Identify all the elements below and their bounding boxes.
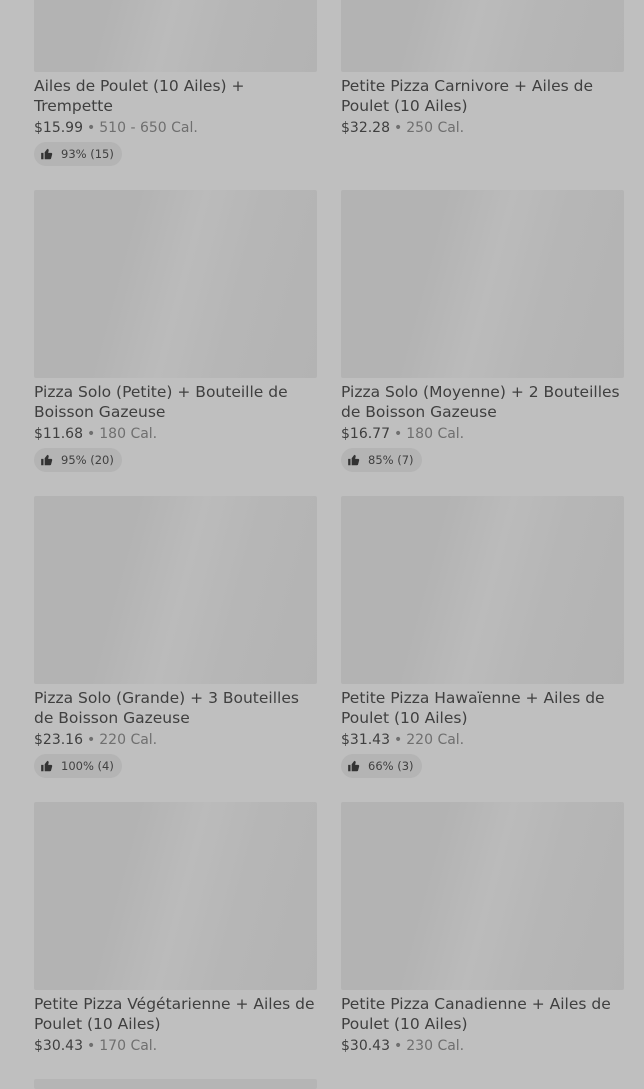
- thumbs-up-icon: [40, 453, 54, 467]
- menu-item-image: [341, 190, 624, 378]
- menu-item-name: Petite Pizza Canadienne + Ailes de Poule…: [341, 995, 611, 1033]
- thumbs-up-icon: [40, 759, 54, 773]
- menu-item-calories: 510 - 650 Cal.: [99, 120, 198, 136]
- menu-item-name: Petite Pizza Végétarienne + Ailes de Pou…: [34, 995, 315, 1033]
- rating-text: 95% (20): [61, 453, 114, 467]
- menu-item-name: Pizza Solo (Grande) + 3 Bouteilles de Bo…: [34, 689, 299, 727]
- menu-item-price: $23.16: [34, 732, 83, 748]
- menu-item-calories: 180 Cal.: [99, 426, 158, 442]
- menu-item-calories: 250 Cal.: [406, 120, 465, 136]
- menu-item-image: [341, 802, 624, 990]
- separator-dot: •: [394, 426, 403, 442]
- menu-item-meta: $15.99 • 510 - 650 Cal.: [34, 119, 198, 137]
- separator-dot: •: [87, 732, 96, 748]
- thumbs-up-icon: [347, 453, 361, 467]
- menu-item-name: Pizza Solo (Petite) + Bouteille de Boiss…: [34, 383, 288, 421]
- menu-item-calories: 220 Cal.: [406, 732, 465, 748]
- rating-text: 85% (7): [368, 453, 414, 467]
- menu-item-price: $30.43: [34, 1038, 83, 1054]
- next-menu-item-image: [34, 1079, 317, 1089]
- menu-item-price: $11.68: [34, 426, 83, 442]
- menu-item-image: [34, 496, 317, 684]
- rating-badge: 100% (4): [34, 754, 122, 778]
- menu-item-name: Petite Pizza Carnivore + Ailes de Poulet…: [341, 77, 594, 115]
- menu-item-image: [341, 496, 624, 684]
- menu-item-price: $15.99: [34, 120, 83, 136]
- rating-text: 93% (15): [61, 147, 114, 161]
- menu-item-image: [341, 0, 624, 72]
- rating-badge: 93% (15): [34, 142, 122, 166]
- menu-item-name: Ailes de Poulet (10 Ailes) + Trempette: [34, 77, 245, 115]
- separator-dot: •: [87, 426, 96, 442]
- menu-item-price: $31.43: [341, 732, 390, 748]
- menu-item-name: Petite Pizza Hawaïenne + Ailes de Poulet…: [341, 689, 605, 727]
- thumbs-up-icon: [347, 759, 361, 773]
- rating-text: 66% (3): [368, 759, 414, 773]
- rating-badge: 66% (3): [341, 754, 422, 778]
- menu-item-meta: $23.16 • 220 Cal.: [34, 731, 157, 749]
- menu-item-image: [34, 190, 317, 378]
- menu-item-price: $32.28: [341, 120, 390, 136]
- menu-item-price: $30.43: [341, 1038, 390, 1054]
- separator-dot: •: [394, 120, 403, 136]
- menu-item-calories: 230 Cal.: [406, 1038, 465, 1054]
- menu-item-meta: $31.43 • 220 Cal.: [341, 731, 464, 749]
- menu-item-calories: 220 Cal.: [99, 732, 158, 748]
- menu-item-meta: $16.77 • 180 Cal.: [341, 425, 464, 443]
- menu-item-calories: 170 Cal.: [99, 1038, 158, 1054]
- thumbs-up-icon: [40, 147, 54, 161]
- rating-text: 100% (4): [61, 759, 114, 773]
- menu-item-meta: $32.28 • 250 Cal.: [341, 119, 464, 137]
- separator-dot: •: [87, 1038, 96, 1054]
- menu-item-image: [34, 0, 317, 72]
- rating-badge: 95% (20): [34, 448, 122, 472]
- menu-item-image: [34, 802, 317, 990]
- menu-item-price: $16.77: [341, 426, 390, 442]
- menu-item-meta: $11.68 • 180 Cal.: [34, 425, 157, 443]
- menu-item-name: Pizza Solo (Moyenne) + 2 Bouteilles de B…: [341, 383, 620, 421]
- separator-dot: •: [394, 732, 403, 748]
- menu-item-meta: $30.43 • 230 Cal.: [341, 1037, 464, 1055]
- separator-dot: •: [87, 120, 96, 136]
- menu-item-calories: 180 Cal.: [406, 426, 465, 442]
- menu-item-meta: $30.43 • 170 Cal.: [34, 1037, 157, 1055]
- rating-badge: 85% (7): [341, 448, 422, 472]
- separator-dot: •: [394, 1038, 403, 1054]
